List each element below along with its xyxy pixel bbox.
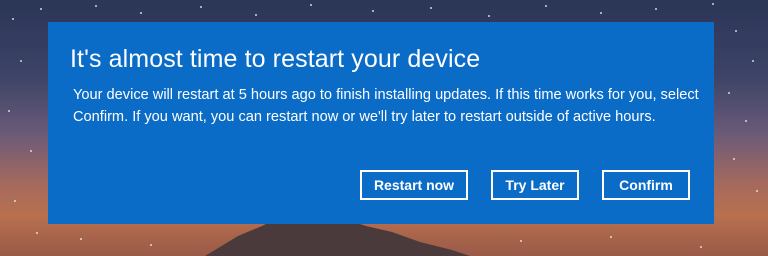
restart-now-button[interactable]: Restart now bbox=[360, 170, 468, 200]
try-later-button[interactable]: Try Later bbox=[491, 170, 579, 200]
dialog-title: It's almost time to restart your device bbox=[70, 45, 481, 73]
confirm-button[interactable]: Confirm bbox=[602, 170, 690, 200]
dialog-message: Your device will restart at 5 hours ago … bbox=[73, 87, 699, 125]
restart-notification-dialog: It's almost time to restart your device … bbox=[48, 22, 714, 224]
